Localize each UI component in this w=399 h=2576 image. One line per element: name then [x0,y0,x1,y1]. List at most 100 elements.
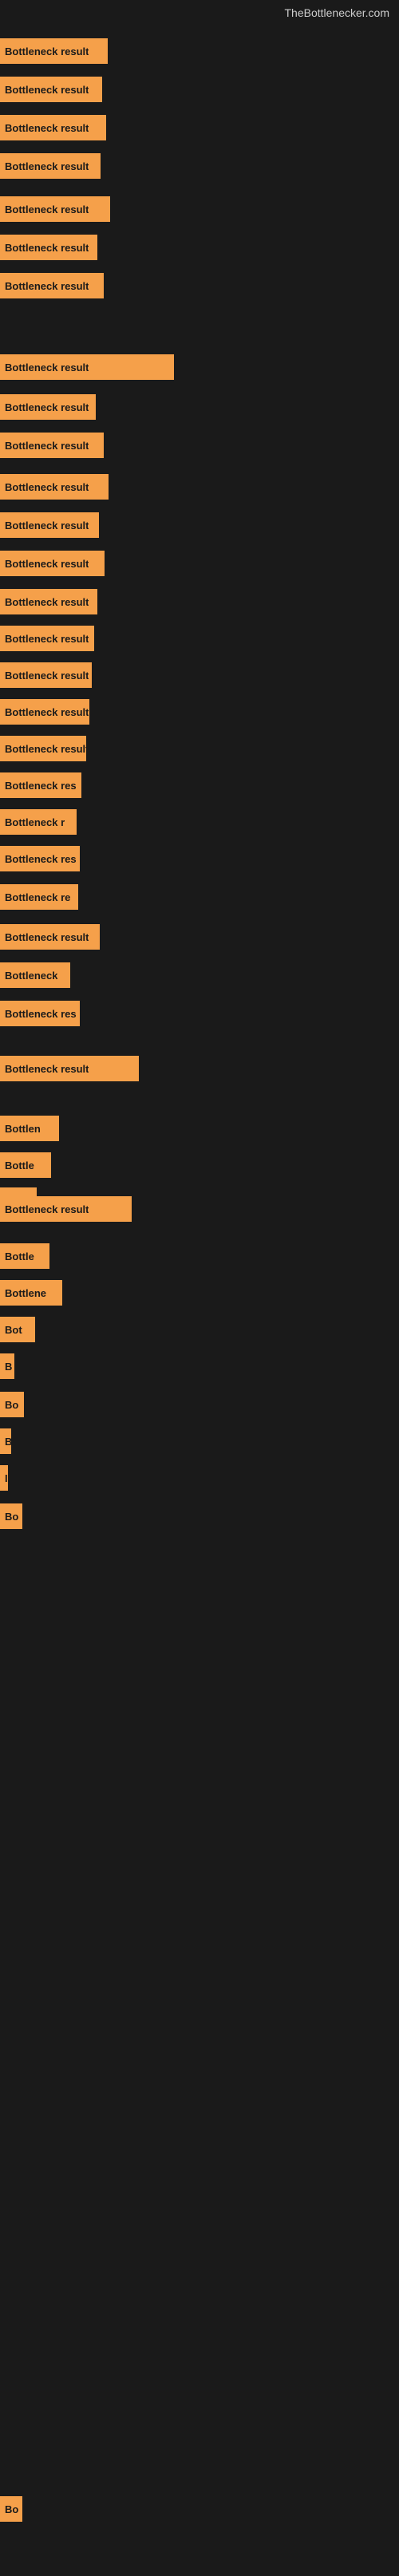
bar: Bottleneck result [0,512,99,538]
bar-row: Bottleneck result [0,589,97,614]
bar-row: Bottleneck result [0,394,96,420]
bar: Bottleneck result [0,662,92,688]
bar: Bottle [0,1152,51,1178]
bar-label: Bottleneck result [5,1063,89,1075]
bar-row: Bottleneck result [0,1196,132,1222]
bar: Bottleneck result [0,551,105,576]
bar: Bottleneck res [0,846,80,871]
bar: Bottleneck result [0,273,104,298]
bar: Bottleneck result [0,394,96,420]
bar: Bottleneck result [0,38,108,64]
bar: Bottleneck result [0,433,104,458]
bar-label: Bottle [5,1250,34,1262]
bar-row: B [0,1428,11,1454]
bar-label: Bo [5,1511,18,1523]
bar-row: Bottleneck result [0,235,97,260]
bar-label: Bo [5,2503,18,2515]
bar-label: Bottleneck result [5,362,89,373]
bar-row: Bottleneck re [0,884,78,910]
bar-row: Bottle [0,1152,51,1178]
bar-label: Bottleneck result [5,84,89,96]
bar-label: Bottle [5,1160,34,1171]
bar-row: Bottleneck result [0,662,92,688]
bar: Bottlene [0,1280,62,1306]
bar: Bottleneck result [0,1196,132,1222]
bar-row: Bottlene [0,1280,62,1306]
bar-label: Bottleneck result [5,242,89,254]
bar-row: Bot [0,1317,35,1342]
bar-label: Bottleneck res [5,780,77,792]
bar-label: Bottlen [5,1123,41,1135]
bar-label: Bottleneck result [5,440,89,452]
bar-label: Bottleneck result [5,160,89,172]
bar-row: Bottleneck res [0,846,80,871]
bar-label: Bo [5,1399,18,1411]
bar-label: I [5,1472,8,1484]
bar: B [0,1428,11,1454]
bar: Bottlen [0,1116,59,1141]
bars-container: Bottleneck result Bottleneck result Bottle… [0,22,399,2576]
bar-row: Bottleneck res [0,1001,80,1026]
bar: Bottleneck result [0,626,94,651]
bar-row: Bottle [0,1243,49,1269]
bar-label: Bottleneck res [5,1008,77,1020]
site-title: TheBottlenecker.com [0,0,399,22]
bar-label: Bottleneck result [5,633,89,645]
bar: Bottleneck result [0,474,109,500]
bar-label: B [5,1436,11,1448]
bar: Bottleneck result [0,736,86,761]
bar-row: I [0,1465,8,1491]
bar-row: B [0,1353,14,1379]
bar-row: Bottleneck result [0,512,99,538]
bar: B [0,1353,14,1379]
bar: Bot [0,1317,35,1342]
bar-row: Bottleneck result [0,273,104,298]
bar: Bottleneck res [0,1001,80,1026]
bar-row: Bo [0,1503,22,1529]
bar-row: Bottleneck result [0,354,174,380]
bar-label: Bottleneck result [5,481,89,493]
bar: Bottleneck r [0,809,77,835]
bar-label: Bottleneck result [5,280,89,292]
bar-label: Bottleneck result [5,122,89,134]
bar-label: Bottleneck result [5,558,89,570]
bar: Bo [0,1392,24,1417]
bar-label: Bottleneck result [5,670,89,682]
bar-row: Bottleneck result [0,626,94,651]
bar-label: Bottleneck res [5,853,77,865]
bar-label: Bottleneck result [5,203,89,215]
bar: Bo [0,2496,22,2522]
bar-row: Bottleneck result [0,1056,139,1081]
bar: Bottle [0,1243,49,1269]
bar-label: Bottleneck result [5,520,89,531]
bar: Bottleneck res [0,772,81,798]
bar-row: Bottleneck res [0,772,81,798]
bar-label: Bot [5,1324,22,1336]
bar: I [0,1465,8,1491]
bar: Bottleneck result [0,924,100,950]
bar-row: Bottleneck r [0,809,77,835]
bar-label: Bottleneck r [5,816,65,828]
bar: Bottleneck result [0,77,102,102]
bar-row: Bottleneck result [0,153,101,179]
bar: Bottleneck [0,962,70,988]
bar: Bottleneck result [0,589,97,614]
bar-label: Bottleneck result [5,401,89,413]
bar-row: Bo [0,1392,24,1417]
bar-row: Bottleneck result [0,699,89,725]
bar: Bottleneck result [0,115,106,140]
bar-row: Bottleneck result [0,736,86,761]
bar: Bottleneck re [0,884,78,910]
bar: Bottleneck result [0,235,97,260]
bar-label: Bottlene [5,1287,46,1299]
bar: Bottleneck result [0,196,110,222]
bar: Bo [0,1503,22,1529]
bar-label: Bottleneck result [5,596,89,608]
bar-label: Bottleneck result [5,45,89,57]
bar-label: B [5,1361,12,1373]
bar-label: Bottleneck re [5,891,70,903]
bar-row: Bottleneck result [0,551,105,576]
bar-label: Bottleneck result [5,743,86,755]
bar: Bottleneck result [0,153,101,179]
bar-label: Bottleneck result [5,706,89,718]
